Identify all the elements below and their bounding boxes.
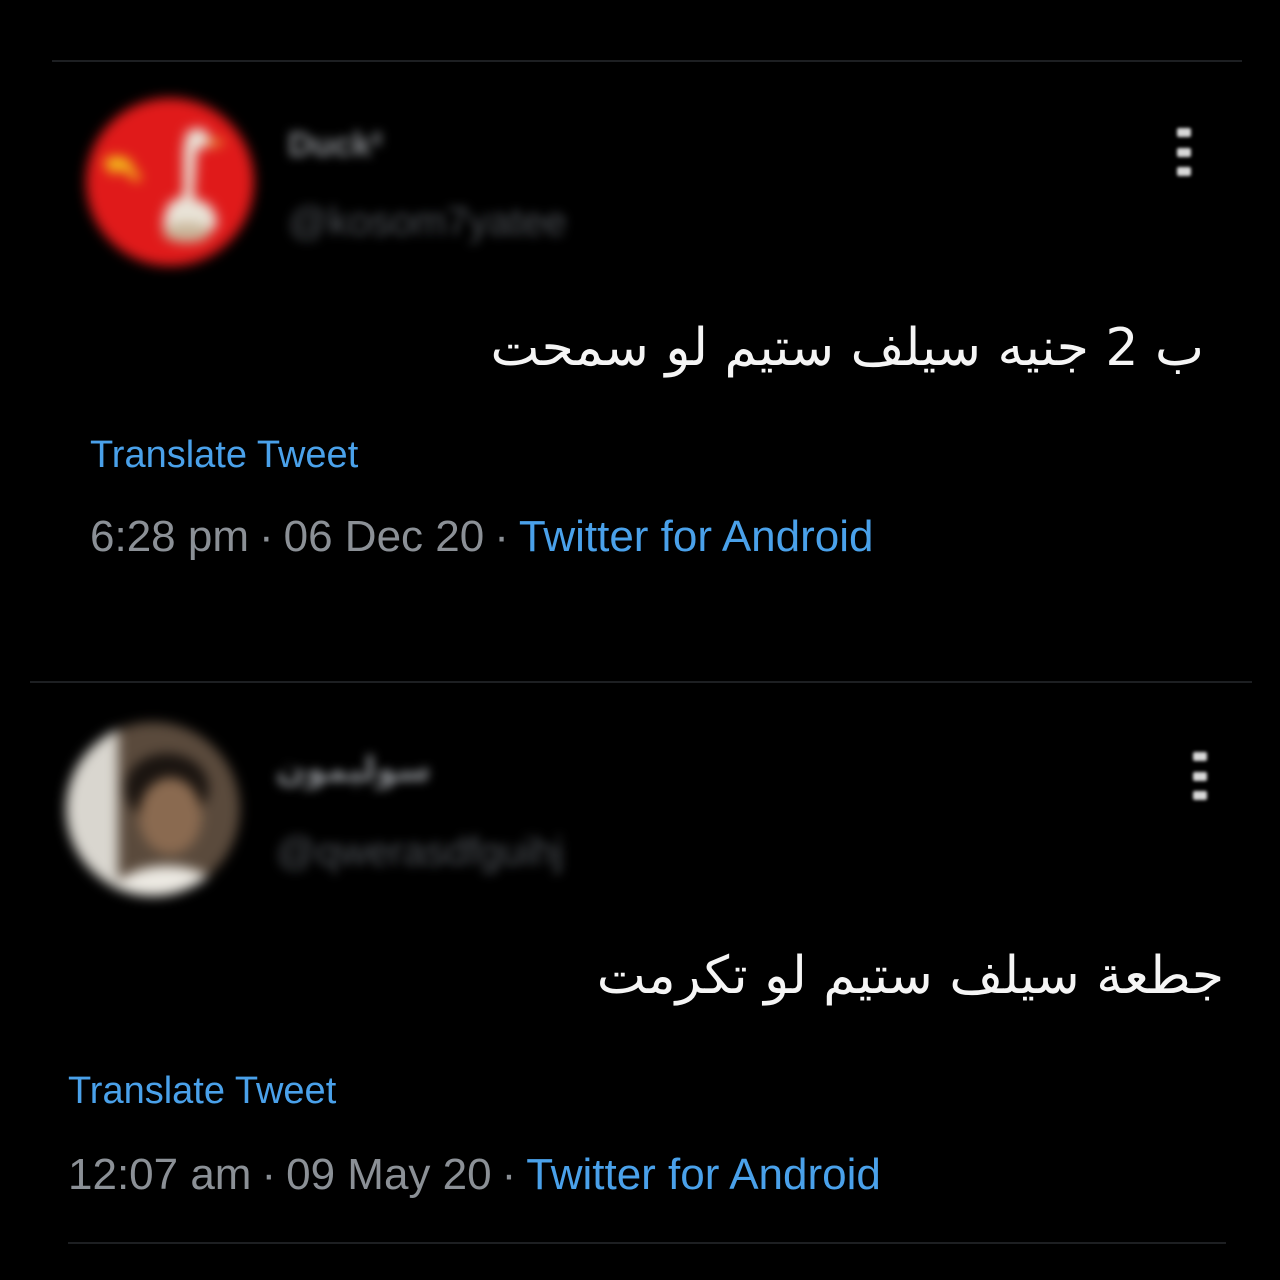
tweet-date: 09 May 20 xyxy=(286,1150,492,1199)
tweet-meta: 12:07 am · 09 May 20 · Twitter for Android xyxy=(68,1150,881,1200)
separator-dot: · xyxy=(501,1150,517,1199)
duck-hammer-sickle-avatar-icon xyxy=(86,98,254,266)
separator-dot: · xyxy=(494,512,509,561)
person-photo-avatar-icon xyxy=(66,722,240,896)
bottom-divider xyxy=(68,1242,1226,1244)
avatar[interactable] xyxy=(66,722,240,896)
display-name[interactable]: سوليمون xyxy=(276,750,431,790)
tweet-meta: 6:28 pm · 06 Dec 20 · Twitter for Android xyxy=(90,512,873,562)
tweet-date: 06 Dec 20 xyxy=(283,512,485,561)
tweet-text: ب 2 جنيه سيلف ستيم لو سمحت xyxy=(490,318,1204,378)
tweet-source-link[interactable]: Twitter for Android xyxy=(519,512,874,561)
tweet-divider xyxy=(30,681,1252,683)
avatar[interactable] xyxy=(86,98,254,266)
more-vertical-icon[interactable] xyxy=(1172,128,1196,176)
separator-dot: · xyxy=(261,1150,277,1199)
handle[interactable]: @qwerasdfguihj xyxy=(276,830,563,875)
tweet-2[interactable]: سوليمون @qwerasdfguihj جطعة سيلف ستيم لو… xyxy=(0,684,1280,1280)
translate-tweet-link[interactable]: Translate Tweet xyxy=(90,434,358,477)
handle[interactable]: @kosom7yatee xyxy=(288,200,567,245)
tweet-source-link[interactable]: Twitter for Android xyxy=(526,1150,881,1199)
more-vertical-icon[interactable] xyxy=(1188,752,1212,800)
tweet-1[interactable]: Duck² @kosom7yatee ب 2 جنيه سيلف ستيم لو… xyxy=(0,0,1280,680)
tweet-time: 12:07 am xyxy=(68,1150,252,1199)
tweet-time: 6:28 pm xyxy=(90,512,249,561)
separator-dot: · xyxy=(258,512,274,561)
tweet-text: جطعة سيلف ستيم لو تكرمت xyxy=(596,946,1224,1006)
translate-tweet-link[interactable]: Translate Tweet xyxy=(68,1070,336,1113)
display-name[interactable]: Duck² xyxy=(288,126,382,165)
